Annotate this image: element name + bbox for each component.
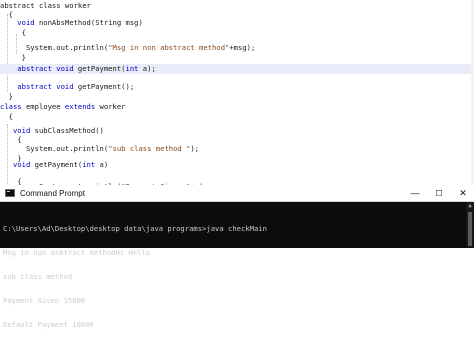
- code-text: System.out.println(: [0, 43, 109, 52]
- code-text: +a);: [190, 182, 207, 185]
- code-text: }: [0, 53, 26, 62]
- command-prompt-window[interactable]: Command Prompt — ☐ ✕ C:\Users\Ad\Desktop…: [0, 186, 474, 329]
- code-keyword: void: [0, 160, 35, 169]
- console-line: C:\Users\Ad\Desktop\desktop data\java pr…: [3, 224, 267, 233]
- code-text: {: [0, 112, 13, 121]
- code-text: getPayment();: [77, 82, 135, 91]
- cmd-scrollbar[interactable]: ▲: [466, 202, 474, 248]
- command-prompt-icon: [5, 189, 15, 197]
- code-line: abstract void getPayment();: [0, 82, 474, 92]
- code-keyword: void: [0, 126, 35, 135]
- code-line: void getPayment(int a): [0, 160, 474, 170]
- code-line: System.out.println("Msg in non abstract …: [0, 43, 474, 53]
- code-text: );: [190, 144, 200, 153]
- console-line: sub class method: [3, 272, 73, 281]
- code-text: employee: [25, 102, 65, 111]
- code-text: abstract class: [0, 1, 65, 10]
- code-text: subClassMethod(): [34, 126, 104, 135]
- code-keyword: abstract void: [0, 82, 78, 91]
- close-button[interactable]: ✕: [452, 186, 474, 201]
- code-keyword: extends: [64, 102, 96, 111]
- code-text: a): [95, 160, 109, 169]
- code-line: }: [0, 53, 474, 63]
- cmd-title: Command Prompt: [20, 189, 85, 198]
- code-text: worker: [64, 1, 91, 10]
- console-line: Msg in non asbtract methodHi Hello: [3, 248, 151, 257]
- console-line: Payment Given 15000: [3, 296, 86, 305]
- code-text: System.out.println(: [0, 144, 109, 153]
- code-line: class employee extends worker: [0, 102, 474, 112]
- code-keyword: class: [0, 102, 26, 111]
- code-line: System.out.println("sub class method ");: [0, 144, 474, 154]
- code-text: getPayment(: [34, 160, 83, 169]
- code-editor[interactable]: abstract class worker { void nonAbsMetho…: [0, 0, 474, 185]
- console-line: Default Payment 10000: [3, 320, 94, 329]
- code-string: "Payment Given ": [121, 182, 190, 185]
- code-text: System.out.println(: [0, 182, 121, 185]
- code-keyword: int: [82, 160, 96, 169]
- code-text: nonAbsMethod(String msg): [38, 18, 143, 27]
- code-line: System.out.println("Payment Given "+a);: [0, 182, 474, 185]
- scroll-up-arrow-icon[interactable]: ▲: [466, 202, 474, 210]
- code-text: worker: [95, 102, 126, 111]
- code-line: void nonAbsMethod(String msg): [0, 18, 474, 28]
- minimize-button[interactable]: —: [404, 186, 426, 201]
- scroll-thumb[interactable]: [468, 212, 472, 246]
- code-text: {: [0, 135, 22, 144]
- maximize-button[interactable]: ☐: [428, 186, 450, 201]
- code-line: {: [0, 28, 474, 38]
- cmd-titlebar[interactable]: Command Prompt — ☐ ✕: [0, 186, 474, 202]
- code-text: {: [0, 28, 26, 37]
- console-output[interactable]: C:\Users\Ad\Desktop\desktop data\java pr…: [3, 209, 465, 345]
- code-string: "sub class method ": [108, 144, 191, 153]
- code-line: {: [0, 112, 474, 122]
- code-string: "Msg in non abstract method": [108, 43, 230, 52]
- code-keyword: void: [0, 18, 39, 27]
- code-text: +msg);: [229, 43, 256, 52]
